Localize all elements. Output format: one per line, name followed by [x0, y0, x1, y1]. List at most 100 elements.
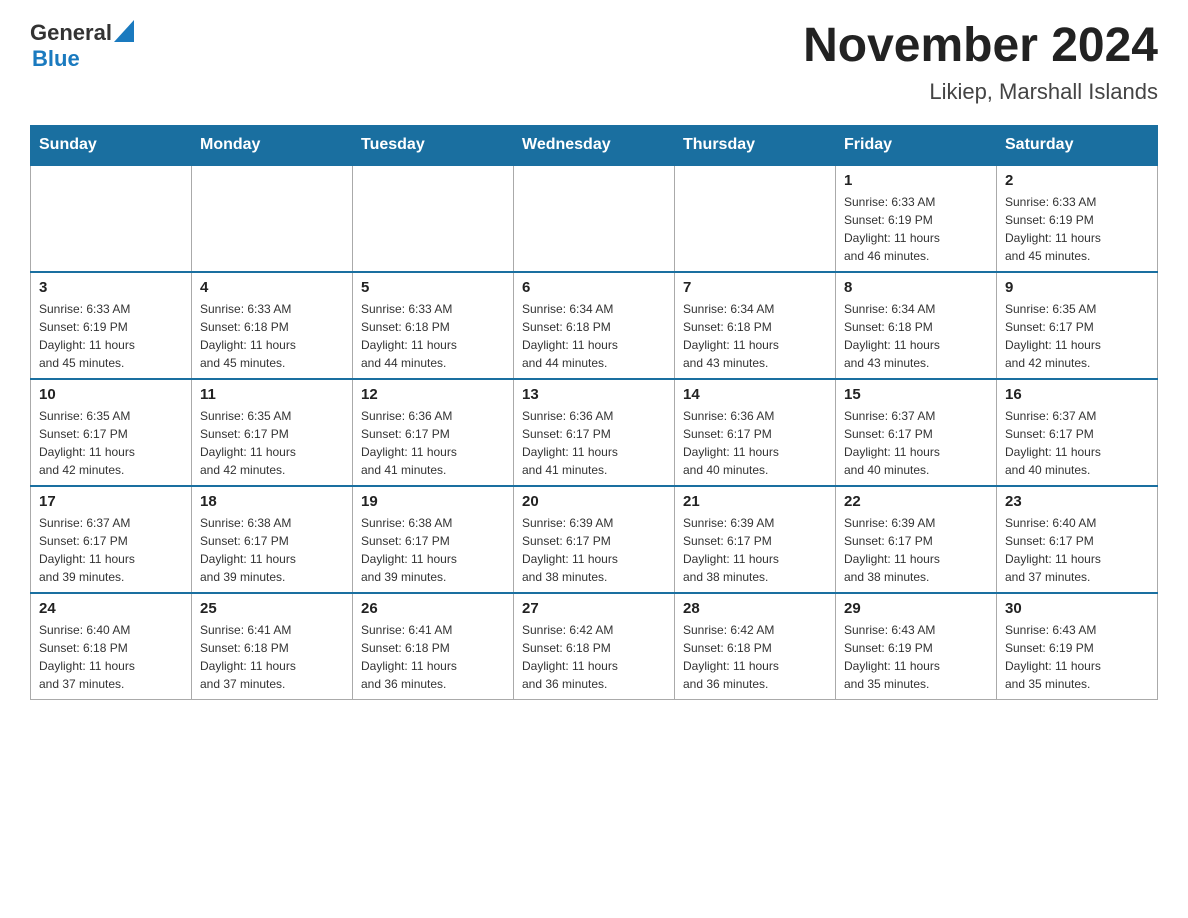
calendar-cell [353, 165, 514, 272]
day-info: Sunrise: 6:38 AM Sunset: 6:17 PM Dayligh… [361, 514, 505, 586]
day-info: Sunrise: 6:35 AM Sunset: 6:17 PM Dayligh… [1005, 300, 1149, 372]
calendar-cell [31, 165, 192, 272]
day-number: 13 [522, 386, 666, 403]
calendar-cell: 13Sunrise: 6:36 AM Sunset: 6:17 PM Dayli… [514, 379, 675, 486]
day-number: 21 [683, 493, 827, 510]
day-number: 7 [683, 279, 827, 296]
calendar-cell [514, 165, 675, 272]
day-number: 1 [844, 172, 988, 189]
calendar-cell: 19 Sunrise: 6:38 AM Sunset: 6:17 PM Dayli… [353, 486, 514, 593]
day-of-week-header: Saturday [997, 125, 1158, 165]
day-info: Sunrise: 6:36 AM Sunset: 6:17 PM Dayligh… [361, 407, 505, 479]
logo-triangle-icon [114, 20, 134, 42]
day-number: 26 [361, 600, 505, 617]
calendar-cell: 7 Sunrise: 6:34 AM Sunset: 6:18 PM Daylig… [675, 272, 836, 379]
calendar-cell: 6 Sunrise: 6:34 AM Sunset: 6:18 PM Daylig… [514, 272, 675, 379]
day-info: Sunrise: 6:41 AM Sunset: 6:18 PM Dayligh… [200, 621, 344, 693]
day-of-week-header: Sunday [31, 125, 192, 165]
calendar-title: November 2024 [803, 20, 1158, 73]
calendar-cell [192, 165, 353, 272]
calendar-cell: 26 Sunrise: 6:41 AM Sunset: 6:18 PM Dayli… [353, 593, 514, 700]
calendar-week-row: 24Sunrise: 6:40 AM Sunset: 6:18 PM Dayli… [31, 593, 1158, 700]
calendar-cell: 24Sunrise: 6:40 AM Sunset: 6:18 PM Dayli… [31, 593, 192, 700]
day-number: 27 [522, 600, 666, 617]
calendar-cell: 18 Sunrise: 6:38 AM Sunset: 6:17 PM Dayli… [192, 486, 353, 593]
day-number: 2 [1005, 172, 1149, 189]
day-number: 19 [361, 493, 505, 510]
day-of-week-header: Monday [192, 125, 353, 165]
calendar-cell: 27 Sunrise: 6:42 AM Sunset: 6:18 PM Dayli… [514, 593, 675, 700]
day-info: Sunrise: 6:37 AM Sunset: 6:17 PM Dayligh… [1005, 407, 1149, 479]
day-number: 16 [1005, 386, 1149, 403]
day-number: 25 [200, 600, 344, 617]
calendar-cell: 11Sunrise: 6:35 AM Sunset: 6:17 PM Dayli… [192, 379, 353, 486]
calendar-cell: 29 Sunrise: 6:43 AM Sunset: 6:19 PM Dayli… [836, 593, 997, 700]
title-area: November 2024 Likiep, Marshall Islands [803, 20, 1158, 105]
day-number: 30 [1005, 600, 1149, 617]
calendar-cell: 10 Sunrise: 6:35 AM Sunset: 6:17 PM Dayli… [31, 379, 192, 486]
day-number: 4 [200, 279, 344, 296]
calendar-cell: 21 Sunrise: 6:39 AM Sunset: 6:17 PM Dayli… [675, 486, 836, 593]
page-header: General Blue November 2024 Likiep, Marsh… [30, 20, 1158, 105]
calendar-cell [675, 165, 836, 272]
day-number: 17 [39, 493, 183, 510]
day-info: Sunrise: 6:34 AM Sunset: 6:18 PM Dayligh… [522, 300, 666, 372]
calendar-cell: 16 Sunrise: 6:37 AM Sunset: 6:17 PM Dayli… [997, 379, 1158, 486]
calendar-cell: 22Sunrise: 6:39 AM Sunset: 6:17 PM Dayli… [836, 486, 997, 593]
calendar-cell: 4Sunrise: 6:33 AM Sunset: 6:18 PM Daylig… [192, 272, 353, 379]
day-number: 8 [844, 279, 988, 296]
logo-blue-text: Blue [32, 46, 80, 72]
calendar-cell: 17 Sunrise: 6:37 AM Sunset: 6:17 PM Dayli… [31, 486, 192, 593]
day-info: Sunrise: 6:38 AM Sunset: 6:17 PM Dayligh… [200, 514, 344, 586]
day-number: 3 [39, 279, 183, 296]
day-info: Sunrise: 6:33 AM Sunset: 6:19 PM Dayligh… [39, 300, 183, 372]
day-of-week-header: Thursday [675, 125, 836, 165]
calendar-cell: 15Sunrise: 6:37 AM Sunset: 6:17 PM Dayli… [836, 379, 997, 486]
day-number: 12 [361, 386, 505, 403]
day-number: 6 [522, 279, 666, 296]
calendar-cell: 8Sunrise: 6:34 AM Sunset: 6:18 PM Daylig… [836, 272, 997, 379]
day-info: Sunrise: 6:41 AM Sunset: 6:18 PM Dayligh… [361, 621, 505, 693]
day-info: Sunrise: 6:37 AM Sunset: 6:17 PM Dayligh… [844, 407, 988, 479]
calendar-week-row: 3 Sunrise: 6:33 AM Sunset: 6:19 PM Daylig… [31, 272, 1158, 379]
day-of-week-header: Wednesday [514, 125, 675, 165]
day-number: 9 [1005, 279, 1149, 296]
day-of-week-header: Tuesday [353, 125, 514, 165]
day-info: Sunrise: 6:33 AM Sunset: 6:19 PM Dayligh… [1005, 193, 1149, 265]
day-number: 29 [844, 600, 988, 617]
calendar-subtitle: Likiep, Marshall Islands [803, 79, 1158, 105]
day-info: Sunrise: 6:37 AM Sunset: 6:17 PM Dayligh… [39, 514, 183, 586]
day-number: 18 [200, 493, 344, 510]
calendar-cell: 12 Sunrise: 6:36 AM Sunset: 6:17 PM Dayli… [353, 379, 514, 486]
calendar-week-row: 10 Sunrise: 6:35 AM Sunset: 6:17 PM Dayli… [31, 379, 1158, 486]
day-info: Sunrise: 6:42 AM Sunset: 6:18 PM Dayligh… [522, 621, 666, 693]
day-info: Sunrise: 6:35 AM Sunset: 6:17 PM Dayligh… [39, 407, 183, 479]
calendar-cell: 28Sunrise: 6:42 AM Sunset: 6:18 PM Dayli… [675, 593, 836, 700]
calendar-cell: 25 Sunrise: 6:41 AM Sunset: 6:18 PM Dayli… [192, 593, 353, 700]
day-number: 24 [39, 600, 183, 617]
day-number: 11 [200, 386, 344, 403]
day-info: Sunrise: 6:39 AM Sunset: 6:17 PM Dayligh… [522, 514, 666, 586]
day-info: Sunrise: 6:39 AM Sunset: 6:17 PM Dayligh… [683, 514, 827, 586]
day-info: Sunrise: 6:43 AM Sunset: 6:19 PM Dayligh… [844, 621, 988, 693]
calendar-week-row: 17 Sunrise: 6:37 AM Sunset: 6:17 PM Dayli… [31, 486, 1158, 593]
logo-general-text: General [30, 20, 112, 46]
day-number: 5 [361, 279, 505, 296]
day-info: Sunrise: 6:33 AM Sunset: 6:18 PM Dayligh… [361, 300, 505, 372]
calendar-cell: 23Sunrise: 6:40 AM Sunset: 6:17 PM Dayli… [997, 486, 1158, 593]
day-number: 10 [39, 386, 183, 403]
day-number: 22 [844, 493, 988, 510]
day-info: Sunrise: 6:34 AM Sunset: 6:18 PM Dayligh… [683, 300, 827, 372]
day-number: 20 [522, 493, 666, 510]
day-info: Sunrise: 6:33 AM Sunset: 6:19 PM Dayligh… [844, 193, 988, 265]
day-number: 14 [683, 386, 827, 403]
day-info: Sunrise: 6:43 AM Sunset: 6:19 PM Dayligh… [1005, 621, 1149, 693]
calendar-cell: 9 Sunrise: 6:35 AM Sunset: 6:17 PM Daylig… [997, 272, 1158, 379]
day-info: Sunrise: 6:40 AM Sunset: 6:17 PM Dayligh… [1005, 514, 1149, 586]
calendar-header-row: SundayMondayTuesdayWednesdayThursdayFrid… [31, 125, 1158, 165]
day-info: Sunrise: 6:36 AM Sunset: 6:17 PM Dayligh… [683, 407, 827, 479]
logo: General Blue [30, 20, 134, 72]
day-info: Sunrise: 6:42 AM Sunset: 6:18 PM Dayligh… [683, 621, 827, 693]
day-of-week-header: Friday [836, 125, 997, 165]
calendar-cell: 30 Sunrise: 6:43 AM Sunset: 6:19 PM Dayli… [997, 593, 1158, 700]
